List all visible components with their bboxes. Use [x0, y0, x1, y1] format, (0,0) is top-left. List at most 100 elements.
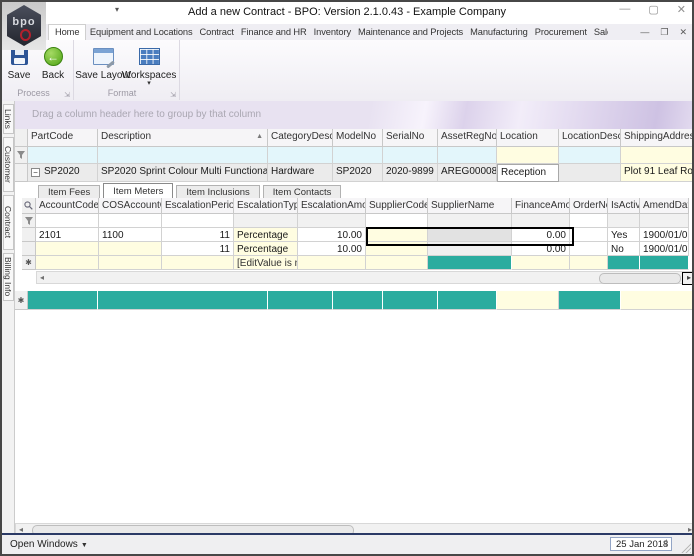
main-col-locationdesc[interactable]: LocationDesc: [559, 129, 621, 147]
cell-orderno[interactable]: [570, 228, 608, 242]
filter-cell-serialno[interactable]: [383, 147, 438, 164]
cell-shippingaddress[interactable]: Plot 91 Leaf Road, Fo: [621, 164, 692, 182]
sub-filter-accountcode[interactable]: [36, 214, 99, 228]
newcell-escalationamount[interactable]: [298, 256, 366, 270]
sub-col-orderno[interactable]: OrderNo: [570, 198, 608, 214]
sub-filter-orderno[interactable]: [570, 214, 608, 228]
main-col-modelno[interactable]: ModelNo: [333, 129, 383, 147]
sub-grid-horizontal-scrollbar[interactable]: ◂ ▸: [36, 271, 692, 285]
sub-grid-row-2[interactable]: 11 Percentage 10.00 0.00 No 1900/01/01: [22, 242, 689, 256]
cell-cosaccountcode[interactable]: [99, 242, 162, 256]
mainnew-locationdesc[interactable]: [559, 291, 621, 310]
sub-filter-isactive[interactable]: [608, 214, 640, 228]
cell-escalationtype[interactable]: Percentage: [234, 228, 298, 242]
child-minimize-button[interactable]: —: [640, 27, 649, 38]
open-windows-button[interactable]: Open Windows ▼: [10, 539, 88, 550]
sub-col-suppliername[interactable]: SupplierName: [428, 198, 512, 214]
sub-grid-row-1[interactable]: 2101 1100 11 Percentage 10.00 0.00 Yes 1…: [22, 228, 689, 242]
newcell-accountcode[interactable]: [36, 256, 99, 270]
newcell-financeamount[interactable]: [512, 256, 570, 270]
cell-amenddate[interactable]: 1900/01/01: [640, 228, 689, 242]
main-col-serialno[interactable]: SerialNo: [383, 129, 438, 147]
side-tab-contract-info[interactable]: Contract Info: [2, 195, 14, 250]
cell-partcode[interactable]: − SP2020: [28, 164, 98, 182]
main-grid-new-row[interactable]: ✱: [15, 291, 692, 310]
group-by-panel[interactable]: Drag a column header here to group by th…: [15, 101, 692, 129]
sub-col-escalationtype[interactable]: EscalationType: [234, 198, 298, 214]
sub-filter-amenddate[interactable]: [640, 214, 689, 228]
sub-filter-suppliercode[interactable]: [366, 214, 428, 228]
sub-filter-cosaccountcode[interactable]: [99, 214, 162, 228]
sub-filter-escalationtype[interactable]: [234, 214, 298, 228]
cell-escalationamount[interactable]: 10.00: [298, 242, 366, 256]
cell-accountcode[interactable]: [36, 242, 99, 256]
app-logo[interactable]: bpo: [2, 2, 46, 50]
ribbon-tab-contract[interactable]: Contract: [196, 24, 237, 40]
sub-filter-escalationamount[interactable]: [298, 214, 366, 228]
cell-orderno[interactable]: [570, 242, 608, 256]
cell-escalationperiod[interactable]: 11: [162, 242, 234, 256]
format-dialog-launcher-icon[interactable]: ⇲: [170, 91, 176, 99]
main-col-location[interactable]: Location: [497, 129, 559, 147]
cell-accountcode[interactable]: 2101: [36, 228, 99, 242]
newcell-suppliername[interactable]: [428, 256, 512, 270]
resize-grip[interactable]: [681, 543, 691, 553]
side-tab-links[interactable]: Links: [3, 104, 14, 134]
newcell-cosaccountcode[interactable]: [99, 256, 162, 270]
newcell-escalationtype[interactable]: [EditValue is null]: [234, 256, 298, 270]
date-spinner[interactable]: ▲ ▼: [662, 538, 671, 550]
mainnew-assetregno[interactable]: [438, 291, 497, 310]
main-col-categorydesc[interactable]: CategoryDesc: [268, 129, 333, 147]
filter-cell-modelno[interactable]: [333, 147, 383, 164]
cell-isactive[interactable]: Yes: [608, 228, 640, 242]
child-restore-button[interactable]: ❐: [660, 27, 668, 38]
quick-access-caret-icon[interactable]: ▾: [115, 5, 119, 14]
sub-filter-escalationperiod[interactable]: [162, 214, 234, 228]
side-tab-customer-info[interactable]: Customer Info: [2, 137, 14, 192]
cell-cosaccountcode[interactable]: 1100: [99, 228, 162, 242]
cell-amenddate[interactable]: 1900/01/01: [640, 242, 689, 256]
collapse-row-icon[interactable]: −: [31, 168, 40, 177]
main-col-shippingaddress[interactable]: ShippingAddress: [621, 129, 692, 147]
cell-modelno[interactable]: SP2020: [333, 164, 383, 182]
ribbon-tab-equipment-and-locations[interactable]: Equipment and Locations: [86, 24, 196, 40]
cell-location[interactable]: Reception: [497, 164, 559, 182]
window-maximize-button[interactable]: ▢: [648, 3, 658, 16]
sub-filter-suppliername[interactable]: [428, 214, 512, 228]
ribbon-tab-sales[interactable]: Sales: [590, 24, 608, 40]
main-col-partcode[interactable]: PartCode: [28, 129, 98, 147]
filter-cell-location[interactable]: [497, 147, 559, 164]
filter-cell-shippingaddress[interactable]: [621, 147, 692, 164]
cell-financeamount[interactable]: 0.00: [512, 242, 570, 256]
sub-col-escalationamount[interactable]: EscalationAmount: [298, 198, 366, 214]
cell-categorydesc[interactable]: Hardware: [268, 164, 333, 182]
cell-suppliercode[interactable]: [366, 228, 428, 242]
cell-serialno[interactable]: 2020-9899: [383, 164, 438, 182]
workspaces-button[interactable]: Workspaces ▾: [121, 44, 177, 87]
child-close-button[interactable]: ✕: [679, 27, 687, 38]
spin-down-icon[interactable]: ▼: [664, 544, 669, 549]
mainnew-serialno[interactable]: [383, 291, 438, 310]
detail-tab-item-contacts[interactable]: Item Contacts: [262, 185, 342, 199]
cell-escalationamount[interactable]: 10.00: [298, 228, 366, 242]
side-tab-billing-info[interactable]: Billing Info: [3, 253, 14, 301]
mainnew-description[interactable]: [98, 291, 268, 310]
newcell-isactive[interactable]: [608, 256, 640, 270]
ribbon-tab-finance-and-hr[interactable]: Finance and HR: [237, 24, 310, 40]
mainnew-shippingaddress[interactable]: [621, 291, 692, 310]
sub-col-suppliercode[interactable]: SupplierCode: [366, 198, 428, 214]
sub-col-financeamount[interactable]: FinanceAmount: [512, 198, 570, 214]
main-col-assetregno[interactable]: AssetRegNo: [438, 129, 497, 147]
newcell-orderno[interactable]: [570, 256, 608, 270]
cell-suppliername[interactable]: [428, 242, 512, 256]
filter-cell-description[interactable]: [98, 147, 268, 164]
sub-col-cosaccountcode[interactable]: COSAccountCode: [99, 198, 162, 214]
mainnew-partcode[interactable]: [28, 291, 98, 310]
scroll-left-icon[interactable]: ◂: [40, 273, 44, 283]
sub-grid-search-indicator[interactable]: [22, 198, 36, 214]
filter-cell-partcode[interactable]: [28, 147, 98, 164]
cell-isactive[interactable]: No: [608, 242, 640, 256]
ribbon-tab-maintenance-and-projects[interactable]: Maintenance and Projects: [355, 24, 467, 40]
cell-escalationtype[interactable]: Percentage: [234, 242, 298, 256]
cell-financeamount[interactable]: 0.00: [512, 228, 570, 242]
